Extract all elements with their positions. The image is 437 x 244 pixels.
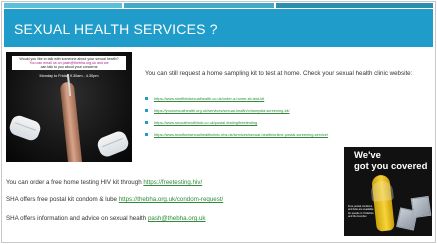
clinic-link-list: https://www.sheffieldsexualhealth.co.uk/… [145,96,328,144]
list-item: https://yoursexualhealth.org.uk/services… [145,108,328,120]
photo-caption-line: can talk to you about your concerns [40,65,98,69]
mask-icon [7,113,43,143]
bullet-icon [145,121,148,124]
condom-statement: SHA offers free postal kit condom & lube… [6,196,223,204]
clinic-link[interactable]: https://www.bradfordsexualhealthclinic.n… [154,132,328,137]
clinic-link[interactable]: https://www.sheffieldsexualhealth.co.uk/… [154,96,264,101]
list-item: https://www.sexualhealthhub.co.uk/postal… [145,120,328,132]
condom-request-link[interactable]: https://thebha.org.uk/condom-request/ [119,196,224,203]
poster-title: got you covered [354,161,428,172]
poster-footnote: Free postal condoms and lube are availab… [348,205,374,219]
title-banner: SEXUAL HEALTH SERVICES ? [4,9,433,47]
accent-bar-1 [4,3,122,8]
home-test-photo: Would you like to talk with someone abou… [6,52,132,162]
clinic-link[interactable]: https://yoursexualhealth.org.uk/services… [154,108,290,113]
accent-bar-2 [124,3,274,8]
hiv-kit-link[interactable]: https://freetesting.hiv/ [143,179,202,186]
statement-text: You can order a free home testing HIV ki… [6,179,144,186]
condom-poster: We've got you covered Free postal condom… [344,147,432,236]
list-item: https://www.bradfordsexualhealthclinic.n… [145,132,328,144]
list-item: https://www.sheffieldsexualhealth.co.uk/… [145,96,328,108]
email-link[interactable]: pash@thebha.org.uk [148,215,206,222]
condom-packet-icon [410,195,432,219]
condom-illustration [370,179,394,203]
accent-bar-3 [276,3,433,8]
hiv-kit-statement: You can order a free home testing HIV ki… [6,179,202,187]
clinic-link[interactable]: https://www.sexualhealthhub.co.uk/postal… [154,120,257,125]
statement-text: SHA offers free postal kit condom & lube [6,196,119,203]
bullet-icon [145,133,148,136]
intro-text: You can still request a home sampling ki… [145,70,413,77]
statement-text: SHA offers information and advice on sex… [6,215,148,222]
bullet-icon [145,109,148,112]
poster-title: We've [354,150,381,161]
bullet-icon [145,97,148,100]
mask-icon [95,129,131,159]
slide-title: SEXUAL HEALTH SERVICES ? [14,21,218,37]
advice-statement: SHA offers information and advice on sex… [6,215,206,223]
